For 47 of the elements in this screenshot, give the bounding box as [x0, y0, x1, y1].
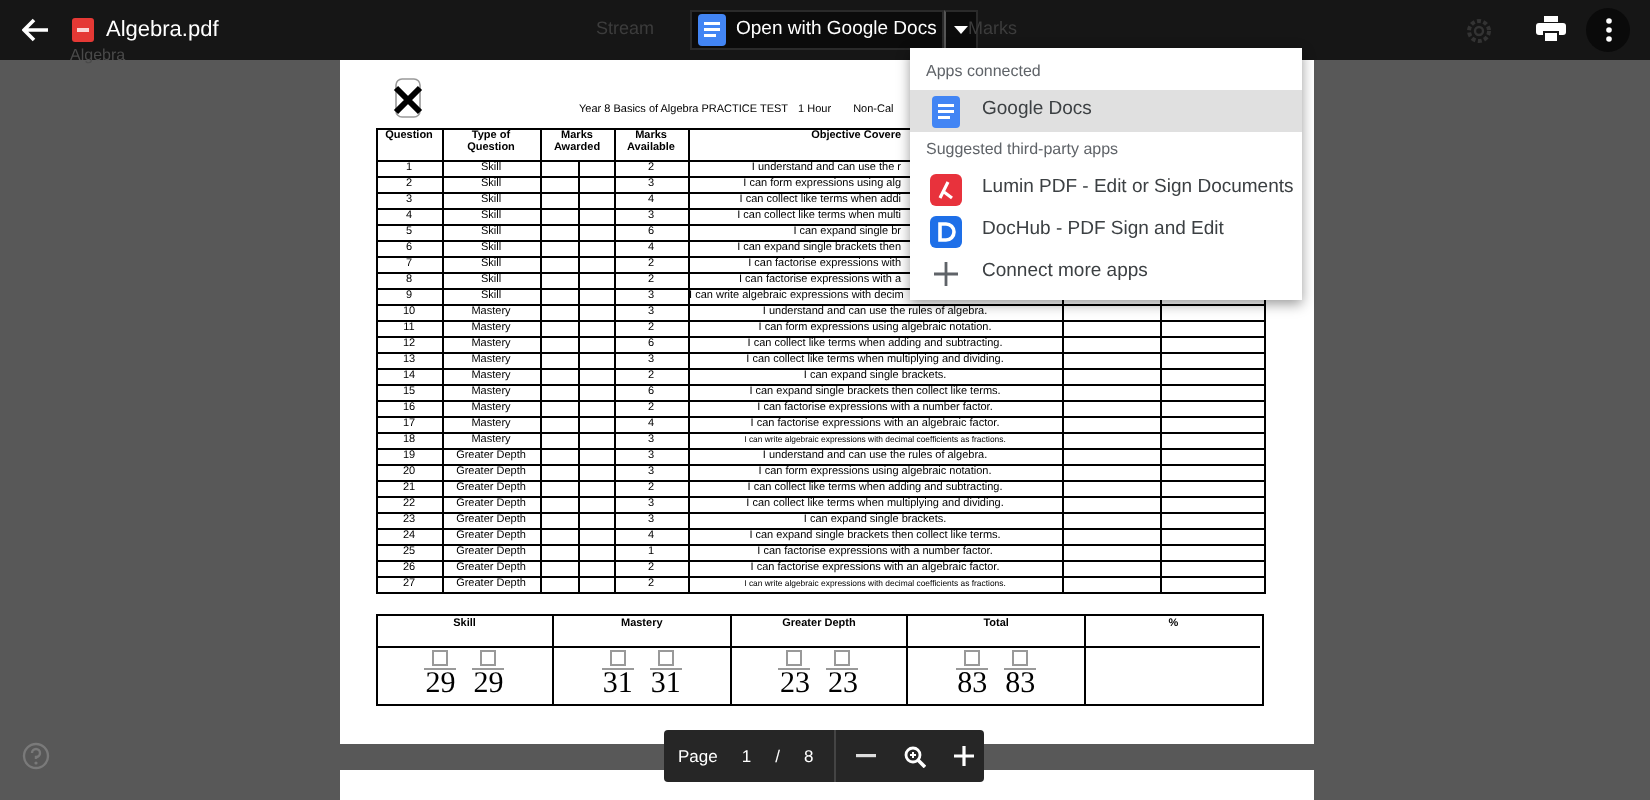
score-denominator: 23 [827, 670, 858, 700]
score-denominator: 83 [957, 670, 988, 700]
back-arrow-icon [22, 18, 50, 42]
plus-icon [934, 261, 958, 285]
zoom-button[interactable] [904, 745, 926, 767]
zoom-in-button[interactable] [954, 746, 974, 766]
score-denominator: 23 [779, 670, 810, 700]
plus-icon [954, 746, 974, 766]
score-box [480, 650, 497, 666]
settings-icon [1466, 18, 1492, 44]
score-denominator: 31 [650, 670, 681, 700]
more-button[interactable] [1586, 8, 1630, 52]
menu-section-heading: Apps connected [926, 64, 1041, 80]
minus-icon [856, 754, 876, 758]
score-box [432, 650, 449, 666]
menu-item[interactable]: Lumin PDF - Edit or Sign Documents [910, 168, 1302, 210]
score-denominator: 29 [425, 670, 456, 700]
crossed-calculator-icon [391, 78, 423, 118]
back-button[interactable] [20, 14, 52, 46]
page-count: 8 [803, 743, 814, 769]
document-icon [698, 14, 726, 46]
document-icon [932, 95, 960, 127]
score-box [964, 650, 981, 666]
printer-icon [1536, 16, 1566, 42]
page-label: Page [678, 743, 718, 769]
score-denominator: 31 [602, 670, 633, 700]
score-box [609, 650, 626, 666]
print-button[interactable] [1536, 16, 1566, 42]
score-box [657, 650, 674, 666]
help-icon [22, 742, 50, 770]
current-page[interactable]: 1 [741, 743, 752, 769]
menu-item[interactable]: Connect more apps [910, 252, 1302, 294]
score-denominator: 29 [473, 670, 504, 700]
menu-section-heading: Suggested third-party apps [926, 142, 1119, 158]
score-denominator: 83 [1005, 670, 1036, 700]
d-letter-icon [930, 215, 962, 247]
caret-icon [954, 26, 969, 34]
more-vertical-icon [1605, 18, 1611, 42]
score-box [1012, 650, 1029, 666]
open-with-button[interactable]: Open with Google Docs [690, 10, 945, 50]
page-separator: / [775, 743, 780, 769]
file-title: Algebra.pdf [106, 19, 219, 41]
menu-item[interactable]: DocHub - PDF Sign and Edit [910, 210, 1302, 252]
zoom-icon [904, 745, 926, 767]
menu-item[interactable]: Google Docs [910, 90, 1302, 132]
score-box [834, 650, 851, 666]
score-box [786, 650, 803, 666]
